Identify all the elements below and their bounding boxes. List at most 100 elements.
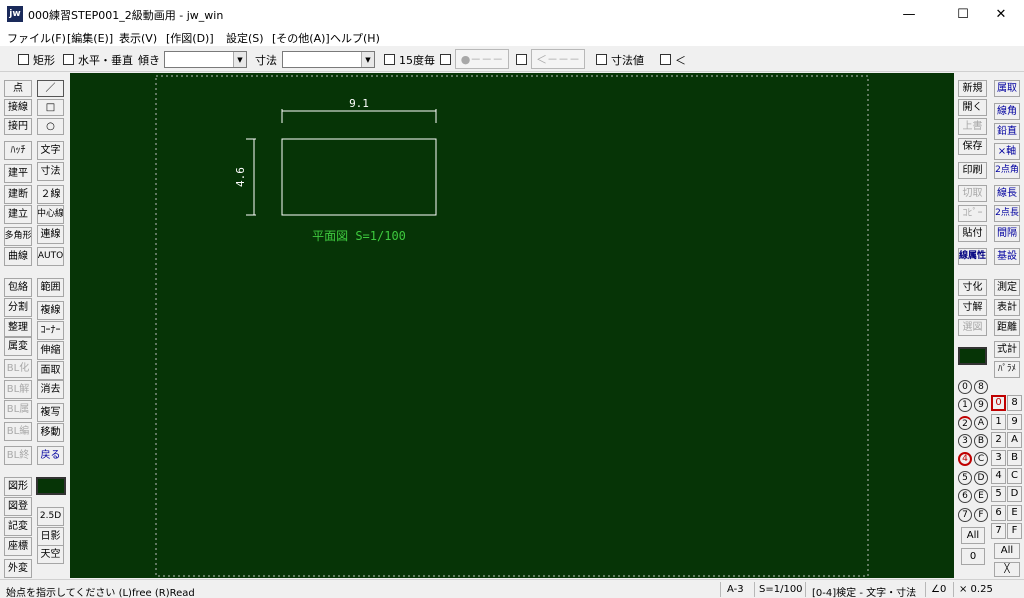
status-layer-info[interactable]: [0-4]検定 - 文字・寸法 — [812, 584, 916, 598]
layer-0-active[interactable]: 0 — [991, 395, 1006, 411]
tool-new[interactable]: 新規 — [958, 80, 987, 97]
tool-erase[interactable]: 消去 — [37, 380, 64, 399]
close-button[interactable]: ✕ — [978, 0, 1024, 28]
layer-e[interactable]: E — [1007, 505, 1022, 521]
tool-tangent-circle[interactable]: 接円 — [4, 118, 32, 135]
tool-divide[interactable]: 分割 — [4, 298, 32, 317]
layer-group-zero-button[interactable]: 0 — [961, 548, 985, 565]
tool-table-calc[interactable]: 表計 — [994, 299, 1020, 316]
layer-5[interactable]: 5 — [991, 486, 1006, 502]
tool-offset[interactable]: 複線 — [37, 301, 64, 320]
tool-shadow[interactable]: 日影 — [37, 527, 64, 546]
tool-chamfer[interactable]: 面取 — [37, 361, 64, 380]
tool-text[interactable]: 文字 — [37, 141, 64, 160]
angle-combo[interactable]: ▼ — [164, 51, 247, 68]
layer-1[interactable]: 1 — [991, 414, 1006, 430]
tool-distance[interactable]: 距離 — [994, 319, 1020, 336]
layer-b[interactable]: B — [1007, 450, 1022, 466]
tool-figure-register[interactable]: 図登 — [4, 497, 32, 516]
drawing-canvas[interactable]: 9.1 4.6 平面図 S=1/100 — [70, 73, 954, 578]
tool-rectangle[interactable]: □ — [37, 99, 64, 116]
layer-c[interactable]: C — [1007, 468, 1022, 484]
tool-line-attr[interactable]: 線属性 — [958, 248, 987, 265]
minimize-button[interactable]: — — [886, 0, 932, 28]
menu-help[interactable]: ヘルプ(H) — [330, 30, 380, 46]
tool-attr-change[interactable]: 属変 — [4, 337, 32, 356]
layer-group-8[interactable]: 8 — [974, 380, 988, 394]
layer-color-swatch[interactable] — [958, 347, 987, 365]
layer-a[interactable]: A — [1007, 432, 1022, 448]
layer-group-1[interactable]: 1 — [958, 398, 972, 412]
tool-block-edit[interactable]: BL編 — [4, 422, 32, 441]
tool-corner[interactable]: ｺｰﾅｰ — [37, 321, 64, 340]
tool-undo[interactable]: 戻る — [37, 446, 64, 465]
layer-group-4-active[interactable]: 4 — [958, 452, 972, 466]
tool-section[interactable]: 建断 — [4, 185, 32, 204]
menu-file[interactable]: ファイル(F) — [7, 30, 66, 46]
tool-paste[interactable]: 貼付 — [958, 225, 987, 242]
layer-2[interactable]: 2 — [991, 432, 1006, 448]
layer-group-b[interactable]: B — [974, 434, 988, 448]
tool-center-line[interactable]: 中心線 — [37, 205, 64, 224]
layer-group-e[interactable]: E — [974, 489, 988, 503]
tool-measure[interactable]: 測定 — [994, 279, 1020, 296]
tool-two-point-length[interactable]: 2点長 — [994, 205, 1020, 222]
menu-other[interactable]: [その他(A)] — [272, 30, 330, 46]
tool-cleanup[interactable]: 整理 — [4, 318, 32, 337]
tool-hatch[interactable]: ﾊｯﾁ — [4, 141, 32, 160]
layer-f[interactable]: F — [1007, 523, 1022, 539]
close-x-icon[interactable]: ╳ — [994, 562, 1020, 577]
tool-base-settings[interactable]: 基設 — [994, 248, 1020, 265]
tool-block-attr[interactable]: BL属 — [4, 400, 32, 419]
dimval-checkbox[interactable]: 寸法値 — [596, 52, 644, 67]
layer-group-all-button[interactable]: All — [961, 527, 985, 544]
tool-tangent-line[interactable]: 接線 — [4, 99, 32, 116]
tool-copy[interactable]: 複写 — [37, 403, 64, 422]
layer-group-5[interactable]: 5 — [958, 471, 972, 485]
tool-attr-get[interactable]: 属取 — [994, 80, 1020, 97]
tool-double-line[interactable]: ２線 — [37, 185, 64, 204]
tool-line-length[interactable]: 線長 — [994, 185, 1020, 202]
layer-group-f[interactable]: F — [974, 508, 988, 522]
tool-symbol-change[interactable]: 記変 — [4, 517, 32, 536]
tool-coordinates[interactable]: 座標 — [4, 537, 32, 556]
tool-two-point-angle[interactable]: 2点角 — [994, 162, 1020, 179]
tool-save[interactable]: 保存 — [958, 138, 987, 155]
tool-block-explode[interactable]: BL解 — [4, 380, 32, 399]
rect-checkbox[interactable]: 矩形 — [18, 52, 55, 67]
tool-copy-clip[interactable]: ｺﾋﾟｰ — [958, 205, 987, 222]
tool-vertical[interactable]: 鉛直 — [994, 123, 1020, 140]
tool-external-change[interactable]: 外変 — [4, 559, 32, 578]
layer-d[interactable]: D — [1007, 486, 1022, 502]
layer-group-9[interactable]: 9 — [974, 398, 988, 412]
status-factor[interactable]: × 0.25 — [959, 584, 993, 595]
tool-overwrite[interactable]: 上書 — [958, 118, 987, 135]
tool-polygon[interactable]: 多角形 — [4, 227, 32, 246]
layer-9[interactable]: 9 — [1007, 414, 1022, 430]
tool-figure[interactable]: 図形 — [4, 477, 32, 496]
tool-x-axis[interactable]: ×軸 — [994, 143, 1020, 160]
tool-sky[interactable]: 天空 — [37, 545, 64, 564]
tool-dimension[interactable]: 寸法 — [37, 162, 64, 181]
layer-group-0[interactable]: 0 — [958, 380, 972, 394]
point-style-button[interactable]: ●－－－ — [455, 49, 509, 69]
tool-curve[interactable]: 曲線 — [4, 247, 32, 266]
layer-group-6[interactable]: 6 — [958, 489, 972, 503]
tool-open[interactable]: 開く — [958, 99, 987, 116]
layer-3[interactable]: 3 — [991, 450, 1006, 466]
tool-2-5d[interactable]: 2.5D — [37, 507, 64, 526]
tool-select-figure[interactable]: 選図 — [958, 319, 987, 336]
tool-elevation[interactable]: 建立 — [4, 205, 32, 224]
layer-group-2[interactable]: 2 — [958, 416, 972, 430]
status-scale[interactable]: S=1/100 — [759, 584, 803, 595]
layer-6[interactable]: 6 — [991, 505, 1006, 521]
tool-range[interactable]: 範囲 — [37, 278, 64, 297]
layer-group-7[interactable]: 7 — [958, 508, 972, 522]
layer-group-d[interactable]: D — [974, 471, 988, 485]
point-checkbox[interactable] — [440, 52, 455, 67]
menu-view[interactable]: 表示(V) — [119, 30, 157, 46]
line-color-swatch[interactable] — [36, 477, 66, 495]
tool-interval[interactable]: 間隔 — [994, 225, 1020, 242]
layer-group-c[interactable]: C — [974, 452, 988, 466]
menu-settings[interactable]: 設定(S) — [226, 30, 264, 46]
